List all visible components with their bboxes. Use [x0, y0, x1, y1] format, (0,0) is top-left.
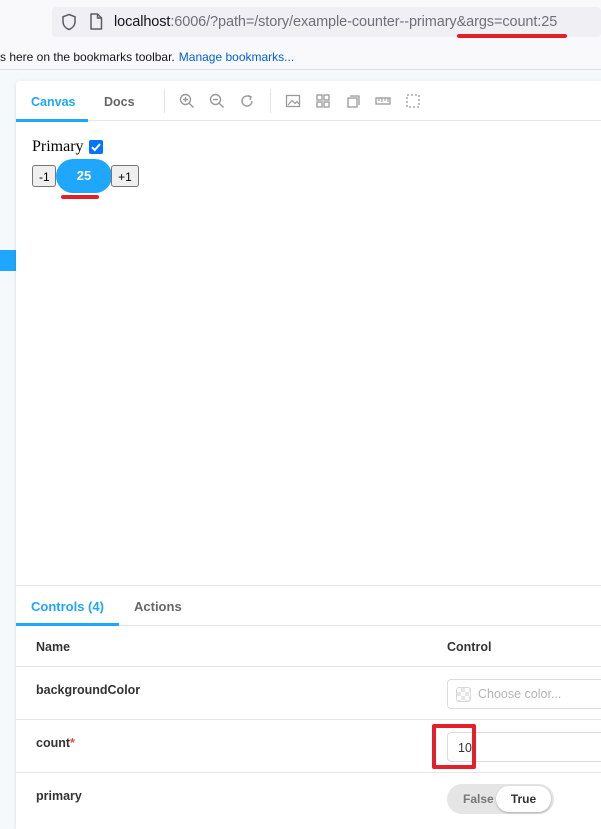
measure-icon[interactable] [375, 93, 391, 109]
control-name: backgroundColor [36, 683, 141, 697]
shield-icon[interactable] [61, 13, 77, 31]
preview-toolbar: Canvas Docs [16, 81, 601, 122]
grid-icon[interactable] [315, 93, 331, 109]
outline-icon[interactable] [405, 93, 421, 109]
zoom-in-icon[interactable] [179, 93, 195, 109]
toolbar-divider [164, 89, 165, 113]
control-name: primary [36, 789, 82, 803]
primary-checkbox[interactable] [89, 140, 103, 154]
header-name: Name [36, 640, 71, 654]
count-display: 25 [56, 159, 112, 193]
decrement-button[interactable]: -1 [32, 165, 56, 187]
annotation-underline-url [457, 34, 567, 38]
tab-canvas[interactable]: Canvas [31, 81, 75, 121]
control-row-primary: primary False True [16, 773, 601, 826]
bookmarks-message: s here on the bookmarks toolbar. [0, 50, 175, 64]
preview-panel: Canvas Docs Primary -1 25 +1 Controls (4… [16, 81, 601, 829]
addons-tab-bar: Controls (4) Actions [16, 585, 601, 626]
color-swatch-icon[interactable] [456, 687, 471, 702]
primary-boolean-toggle[interactable]: False True [447, 784, 554, 814]
toggle-false-option[interactable]: False [463, 792, 494, 806]
tab-controls[interactable]: Controls (4) [31, 586, 104, 626]
active-tab-indicator [16, 119, 88, 122]
url-host: localhost [114, 14, 171, 30]
background-icon[interactable] [285, 93, 301, 109]
controls-table-header: Name Control [16, 626, 601, 667]
control-row-count: count* 10 [16, 720, 601, 773]
toggle-true-option[interactable]: True [496, 786, 551, 812]
header-control: Control [447, 640, 492, 654]
count-name-text: count [36, 736, 71, 750]
annotation-underline-count [61, 195, 99, 199]
increment-button[interactable]: +1 [111, 165, 139, 187]
tab-actions[interactable]: Actions [134, 586, 182, 626]
bookmarks-toolbar: s here on the bookmarks toolbar. Manage b… [0, 44, 601, 70]
control-row-backgroundcolor: backgroundColor Choose color... [16, 667, 601, 720]
sidebar-selected-indicator [0, 250, 16, 271]
required-marker: * [70, 736, 75, 750]
color-placeholder: Choose color... [478, 687, 562, 701]
url-text[interactable]: localhost:6006/?path=/story/example-coun… [114, 13, 557, 31]
annotation-box-count-input [432, 724, 476, 769]
zoom-out-icon[interactable] [209, 93, 225, 109]
browser-toolbar: localhost:6006/?path=/story/example-coun… [0, 0, 601, 44]
manage-bookmarks-link[interactable]: Manage bookmarks... [179, 50, 294, 64]
url-path: :6006/?path=/story/example-counter--prim… [170, 14, 558, 30]
page-icon[interactable] [89, 13, 103, 30]
control-name: count* [36, 736, 75, 750]
tab-docs[interactable]: Docs [104, 81, 135, 121]
color-picker-input[interactable]: Choose color... [447, 679, 601, 709]
zoom-reset-icon[interactable] [239, 93, 255, 109]
primary-label: Primary [32, 138, 84, 155]
viewport-icon[interactable] [345, 93, 361, 109]
toolbar-divider [270, 89, 271, 113]
